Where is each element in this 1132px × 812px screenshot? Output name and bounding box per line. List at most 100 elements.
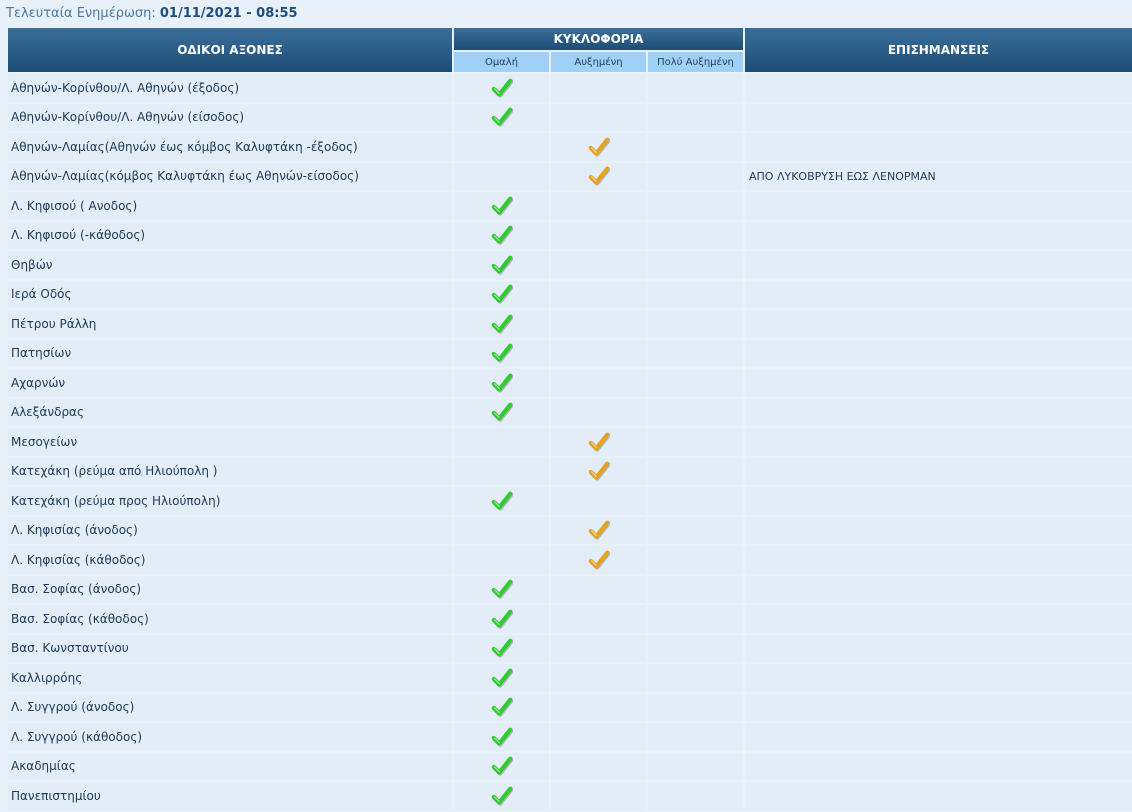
note-cell bbox=[745, 339, 1132, 367]
status-cell-normal bbox=[454, 634, 549, 662]
status-cell-very bbox=[648, 339, 743, 367]
table-row: Μεσογείων bbox=[8, 428, 1132, 456]
road-name: Κατεχάκη (ρεύμα από Ηλιούπολη ) bbox=[8, 457, 452, 485]
road-name: Καλλιρρόης bbox=[8, 664, 452, 692]
check-icon bbox=[491, 107, 513, 127]
status-cell-normal bbox=[454, 192, 549, 220]
status-cell-normal bbox=[454, 428, 549, 456]
road-name: Λ. Κηφισού (-κάθοδος) bbox=[8, 221, 452, 249]
status-cell-very bbox=[648, 546, 743, 574]
status-cell-normal bbox=[454, 221, 549, 249]
status-cell-increased bbox=[551, 752, 646, 780]
status-cell-very bbox=[648, 664, 743, 692]
note-cell bbox=[745, 280, 1132, 308]
status-cell-increased bbox=[551, 693, 646, 721]
road-name: Αθηνών-Κορίνθου/Λ. Αθηνών (έξοδος) bbox=[8, 74, 452, 102]
check-icon bbox=[588, 520, 610, 540]
check-icon bbox=[491, 78, 513, 98]
status-cell-very bbox=[648, 605, 743, 633]
check-icon bbox=[491, 491, 513, 511]
status-cell-increased bbox=[551, 280, 646, 308]
status-cell-normal bbox=[454, 546, 549, 574]
status-cell-normal bbox=[454, 575, 549, 603]
status-cell-normal bbox=[454, 752, 549, 780]
status-cell-increased bbox=[551, 634, 646, 662]
status-cell-very bbox=[648, 457, 743, 485]
status-cell-normal bbox=[454, 487, 549, 515]
check-icon bbox=[491, 373, 513, 393]
status-cell-increased bbox=[551, 487, 646, 515]
status-cell-very bbox=[648, 251, 743, 279]
check-icon bbox=[491, 786, 513, 806]
status-cell-normal bbox=[454, 339, 549, 367]
status-cell-increased bbox=[551, 575, 646, 603]
status-cell-increased bbox=[551, 398, 646, 426]
table-row: Βασ. Σοφίας (κάθοδος) bbox=[8, 605, 1132, 633]
status-cell-very bbox=[648, 428, 743, 456]
check-icon bbox=[588, 550, 610, 570]
note-cell bbox=[745, 634, 1132, 662]
status-cell-normal bbox=[454, 516, 549, 544]
check-icon bbox=[491, 638, 513, 658]
status-cell-increased bbox=[551, 103, 646, 131]
note-cell bbox=[745, 103, 1132, 131]
table-row: Βασ. Σοφίας (άνοδος) bbox=[8, 575, 1132, 603]
road-name: Βασ. Κωνσταντίνου bbox=[8, 634, 452, 662]
status-cell-normal bbox=[454, 693, 549, 721]
road-name: Λ. Συγγρού (άνοδος) bbox=[8, 693, 452, 721]
road-name: Αλεξάνδρας bbox=[8, 398, 452, 426]
status-cell-normal bbox=[454, 723, 549, 751]
note-cell bbox=[745, 575, 1132, 603]
status-cell-increased bbox=[551, 428, 646, 456]
status-cell-very bbox=[648, 487, 743, 515]
header-traffic: ΚΥΚΛΟΦΟΡΙΑ bbox=[454, 28, 743, 50]
status-cell-increased bbox=[551, 74, 646, 102]
header-very-increased: Πολύ Αυξημένη bbox=[648, 52, 743, 72]
status-cell-very bbox=[648, 369, 743, 397]
check-icon bbox=[491, 255, 513, 275]
check-icon bbox=[588, 166, 610, 186]
status-cell-very bbox=[648, 280, 743, 308]
status-cell-very bbox=[648, 575, 743, 603]
table-row: Καλλιρρόης bbox=[8, 664, 1132, 692]
road-name: Μεσογείων bbox=[8, 428, 452, 456]
note-cell bbox=[745, 192, 1132, 220]
check-icon bbox=[491, 196, 513, 216]
note-cell bbox=[745, 664, 1132, 692]
status-cell-normal bbox=[454, 280, 549, 308]
note-cell bbox=[745, 693, 1132, 721]
traffic-table: ΟΔΙΚΟΙ ΑΞΟΝΕΣ ΚΥΚΛΟΦΟΡΙΑ ΕΠΙΣΗΜΑΝΣΕΙΣ Ομ… bbox=[6, 26, 1132, 812]
check-icon bbox=[491, 756, 513, 776]
status-cell-increased bbox=[551, 516, 646, 544]
status-cell-very bbox=[648, 221, 743, 249]
header-road-axes: ΟΔΙΚΟΙ ΑΞΟΝΕΣ bbox=[8, 28, 452, 72]
table-row: Πατησίων bbox=[8, 339, 1132, 367]
status-cell-normal bbox=[454, 605, 549, 633]
road-name: Λ. Κηφισίας (άνοδος) bbox=[8, 516, 452, 544]
note-cell bbox=[745, 487, 1132, 515]
status-cell-increased bbox=[551, 605, 646, 633]
status-cell-increased bbox=[551, 251, 646, 279]
note-cell bbox=[745, 516, 1132, 544]
status-cell-increased bbox=[551, 133, 646, 161]
status-cell-increased bbox=[551, 664, 646, 692]
status-cell-normal bbox=[454, 664, 549, 692]
last-update-label: Τελευταία Ενημέρωση: bbox=[6, 6, 156, 21]
status-cell-normal bbox=[454, 103, 549, 131]
status-cell-very bbox=[648, 398, 743, 426]
table-row: Αθηνών-Κορίνθου/Λ. Αθηνών (είσοδος) bbox=[8, 103, 1132, 131]
road-name: Κατεχάκη (ρεύμα προς Ηλιούπολη) bbox=[8, 487, 452, 515]
status-cell-normal bbox=[454, 162, 549, 190]
note-cell bbox=[745, 428, 1132, 456]
status-cell-very bbox=[648, 723, 743, 751]
road-name: Λ. Συγγρού (κάθοδος) bbox=[8, 723, 452, 751]
status-cell-normal bbox=[454, 457, 549, 485]
road-name: Πατησίων bbox=[8, 339, 452, 367]
table-row: Πανεπιστημίου bbox=[8, 782, 1132, 810]
road-name: Ακαδημίας bbox=[8, 752, 452, 780]
table-row: Λ. Συγγρού (άνοδος) bbox=[8, 693, 1132, 721]
status-cell-increased bbox=[551, 339, 646, 367]
status-cell-normal bbox=[454, 369, 549, 397]
note-cell bbox=[745, 782, 1132, 810]
table-row: Ακαδημίας bbox=[8, 752, 1132, 780]
